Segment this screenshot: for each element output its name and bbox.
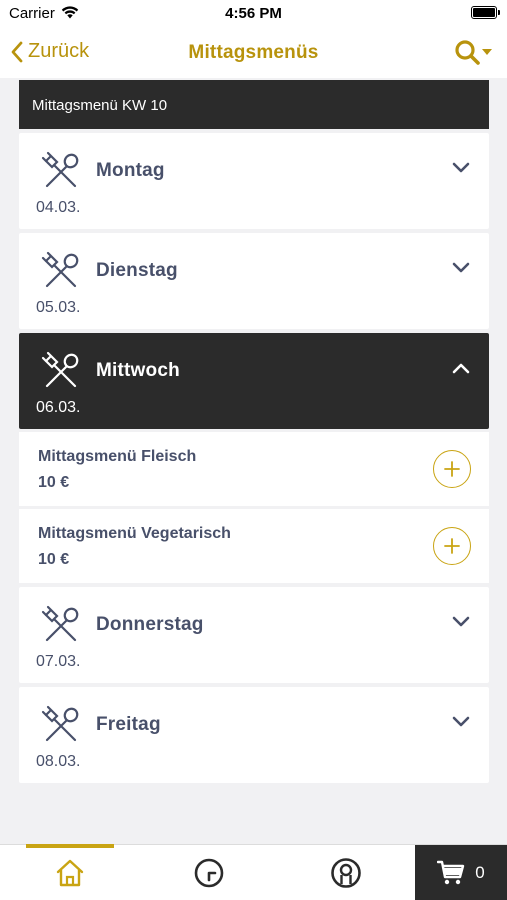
- chevron-up-icon: [452, 363, 470, 374]
- day-name: Mittwoch: [96, 360, 180, 381]
- cutlery-icon: [41, 351, 79, 388]
- chevron-down-icon: [452, 162, 470, 173]
- clock-icon: [194, 858, 224, 888]
- cutlery-icon: [41, 151, 79, 188]
- menu-item-price: 10 €: [38, 551, 70, 568]
- user-icon: [331, 858, 361, 888]
- clock: 4:56 PM: [225, 5, 282, 22]
- search-icon: [455, 40, 492, 65]
- tab-home[interactable]: [26, 844, 114, 900]
- week-header: Mittagsmenü KW 10: [19, 80, 489, 129]
- add-to-cart-button[interactable]: [433, 527, 471, 565]
- search-button[interactable]: [453, 38, 493, 73]
- day-card-montag[interactable]: Montag 04.03.: [19, 133, 489, 229]
- back-label: Zurück: [28, 40, 90, 62]
- tab-history[interactable]: [165, 845, 253, 900]
- menu-item: Mittagsmenü Vegetarisch 10 €: [19, 509, 489, 583]
- menu-item-price: 10 €: [38, 474, 70, 491]
- day-name: Freitag: [96, 714, 161, 735]
- menu-list: Mittagsmenü KW 10 Montag 04.03. Dienstag…: [19, 80, 489, 783]
- chevron-left-icon: [11, 41, 23, 62]
- cart-count: 0: [475, 863, 485, 882]
- dropdown-caret-icon: [482, 49, 492, 55]
- day-card-mittwoch[interactable]: Mittwoch 06.03.: [19, 333, 489, 429]
- status-bar: Carrier 4:56 PM: [0, 0, 507, 28]
- add-to-cart-button[interactable]: [433, 450, 471, 488]
- tab-bar: 0: [0, 844, 507, 900]
- tab-cart[interactable]: 0: [415, 845, 507, 900]
- cutlery-icon: [41, 605, 79, 642]
- cutlery-icon: [41, 251, 79, 288]
- plus-icon: [444, 538, 460, 554]
- day-card-freitag[interactable]: Freitag 08.03.: [19, 687, 489, 783]
- chevron-down-icon: [452, 616, 470, 627]
- menu-item-name: Mittagsmenü Fleisch: [38, 448, 197, 465]
- back-button[interactable]: Zurück: [10, 40, 89, 63]
- navigation-bar: Zurück Mittagsmenüs: [0, 28, 507, 78]
- battery-icon: [471, 6, 500, 19]
- chevron-down-icon: [452, 262, 470, 273]
- menu-item: Mittagsmenü Fleisch 10 €: [19, 432, 489, 506]
- chevron-down-icon: [452, 716, 470, 727]
- day-date: 08.03.: [36, 753, 81, 770]
- day-date: 07.03.: [36, 653, 81, 670]
- plus-icon: [444, 461, 460, 477]
- home-icon: [56, 859, 84, 887]
- shopping-cart-icon: [437, 860, 465, 885]
- tab-profile[interactable]: [302, 845, 390, 900]
- day-date: 06.03.: [36, 399, 81, 416]
- active-tab-indicator: [26, 844, 114, 848]
- menu-item-name: Mittagsmenü Vegetarisch: [38, 525, 231, 542]
- day-card-donnerstag[interactable]: Donnerstag 07.03.: [19, 587, 489, 683]
- day-name: Montag: [96, 160, 165, 181]
- day-name: Donnerstag: [96, 614, 204, 635]
- day-date: 05.03.: [36, 299, 81, 316]
- day-name: Dienstag: [96, 260, 178, 281]
- day-date: 04.03.: [36, 199, 81, 216]
- day-card-dienstag[interactable]: Dienstag 05.03.: [19, 233, 489, 329]
- cutlery-icon: [41, 705, 79, 742]
